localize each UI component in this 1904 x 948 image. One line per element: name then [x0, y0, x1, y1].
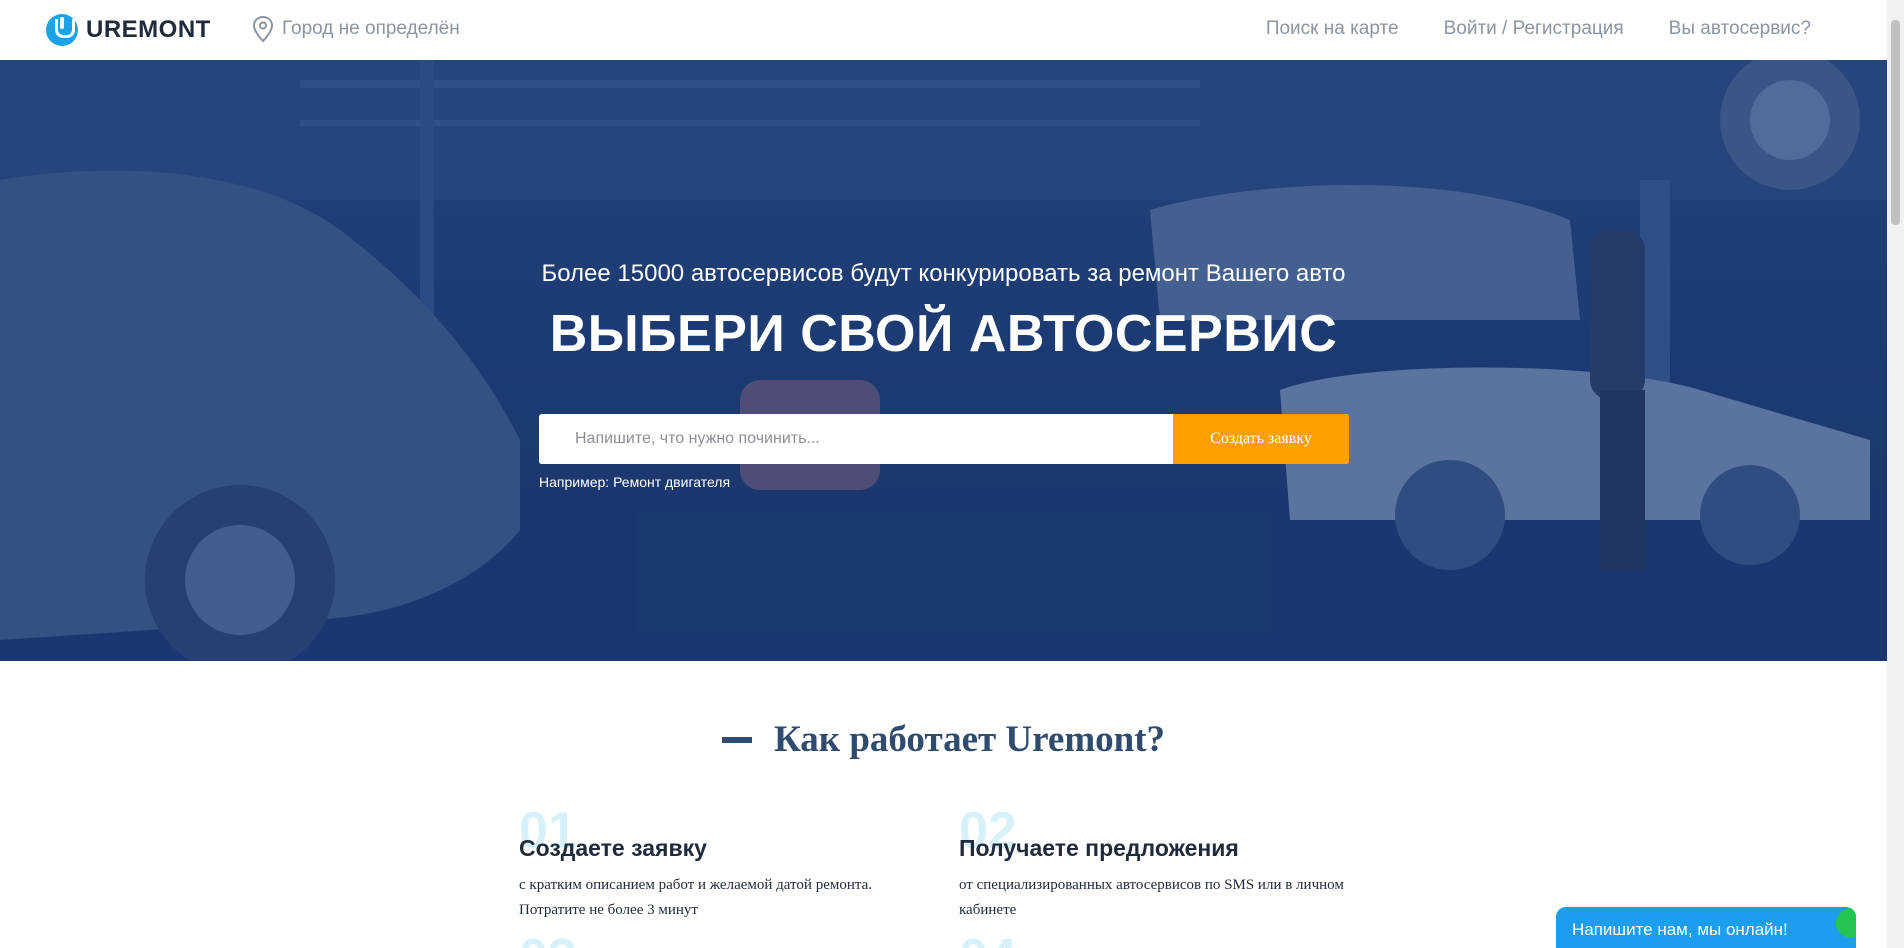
step-title: Получаете предложения: [959, 835, 1239, 861]
create-request-button[interactable]: Создать заявку: [1173, 414, 1349, 464]
top-nav: Поиск на карте Войти / Регистрация Вы ав…: [1266, 18, 1811, 40]
step-number: 04: [959, 932, 1017, 948]
nav-login-register[interactable]: Войти / Регистрация: [1444, 18, 1624, 40]
nav-map-search[interactable]: Поиск на карте: [1266, 18, 1399, 40]
logo-text: UREMONT: [86, 16, 211, 43]
hero-subtitle: Более 15000 автосервисов будут конкуриро…: [541, 260, 1346, 287]
chat-label: Напишите нам, мы онлайн!: [1572, 920, 1788, 939]
logo-icon: [46, 14, 78, 46]
hero-section: Более 15000 автосервисов будут конкуриро…: [0, 60, 1887, 661]
chat-widget-button[interactable]: Напишите нам, мы онлайн!: [1556, 907, 1856, 948]
example-label: Например:: [539, 474, 610, 490]
how-it-works-title: Как работает Uremont?: [773, 719, 1166, 760]
step-title: Создаете заявку: [519, 835, 707, 861]
example-link[interactable]: Ремонт двигателя: [613, 474, 730, 490]
page-scrollbar[interactable]: [1887, 0, 1904, 948]
repair-search-input[interactable]: [539, 414, 1173, 464]
location-pin-icon: [252, 16, 274, 42]
logo[interactable]: UREMONT: [46, 14, 211, 46]
scrollbar-thumb[interactable]: [1891, 20, 1900, 225]
step-text: от специализированных автосервисов по SM…: [959, 877, 1344, 918]
step-text: с кратким описанием работ и желаемой дат…: [519, 877, 873, 918]
search-example: Например: Ремонт двигателя: [539, 474, 730, 490]
site-header: UREMONT Город не определён Поиск на карт…: [0, 0, 1887, 60]
city-selector[interactable]: Город не определён: [252, 16, 460, 42]
step-number: 03: [519, 932, 577, 948]
nav-for-service[interactable]: Вы автосервис?: [1669, 18, 1811, 40]
city-label: Город не определён: [282, 18, 460, 39]
hero-title: ВЫБЕРИ СВОЙ АВТОСЕРВИС: [549, 305, 1338, 363]
how-it-works-heading: Как работает Uremont?: [0, 718, 1887, 761]
title-dash: [721, 736, 752, 743]
repair-request-form: Создать заявку: [539, 414, 1349, 464]
online-status-icon: [1836, 908, 1856, 938]
